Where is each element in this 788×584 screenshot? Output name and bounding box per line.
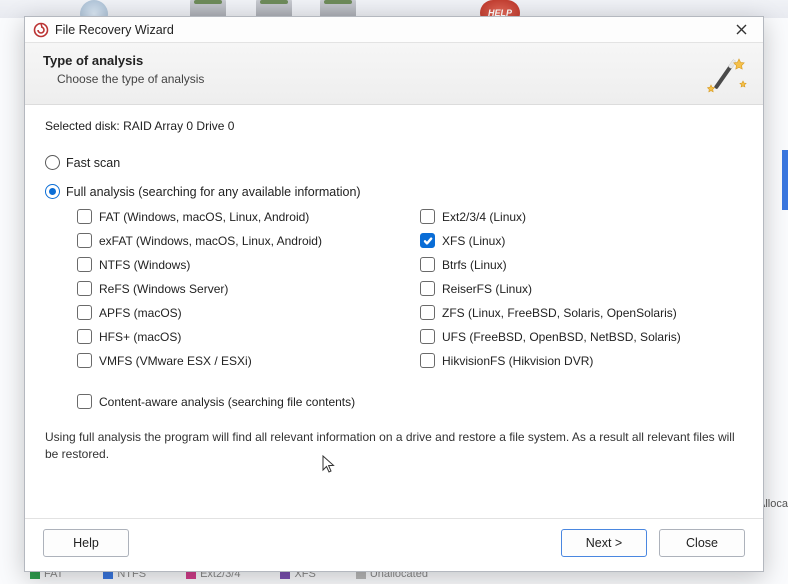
checkbox-icon xyxy=(77,257,92,272)
checkbox-ufs-label: UFS (FreeBSD, OpenBSD, NetBSD, Solaris) xyxy=(442,330,681,344)
checkbox-hfs-label: HFS+ (macOS) xyxy=(99,330,181,344)
checkbox-content-aware[interactable]: Content-aware analysis (searching file c… xyxy=(77,394,743,409)
checkbox-zfs-label: ZFS (Linux, FreeBSD, Solaris, OpenSolari… xyxy=(442,306,677,320)
checkbox-icon xyxy=(420,353,435,368)
file-recovery-wizard-dialog: File Recovery Wizard Type of analysis Ch… xyxy=(24,16,764,572)
header-subtitle: Choose the type of analysis xyxy=(57,72,747,86)
close-button-footer[interactable]: Close xyxy=(659,529,745,557)
window-title: File Recovery Wizard xyxy=(55,23,725,37)
magic-wand-icon xyxy=(699,51,749,101)
checkbox-xfs-label: XFS (Linux) xyxy=(442,234,505,248)
checkbox-fat[interactable]: FAT (Windows, macOS, Linux, Android) xyxy=(77,209,400,224)
checkbox-content-aware-label: Content-aware analysis (searching file c… xyxy=(99,395,355,409)
checkbox-hfs[interactable]: HFS+ (macOS) xyxy=(77,329,400,344)
checkbox-icon xyxy=(420,281,435,296)
checkbox-ufs[interactable]: UFS (FreeBSD, OpenBSD, NetBSD, Solaris) xyxy=(420,329,743,344)
checkbox-icon xyxy=(77,209,92,224)
checkbox-icon xyxy=(77,353,92,368)
selected-disk-line: Selected disk: RAID Array 0 Drive 0 xyxy=(45,119,743,133)
checkbox-ext-label: Ext2/3/4 (Linux) xyxy=(442,210,526,224)
radio-fast-scan[interactable]: Fast scan xyxy=(45,155,743,170)
checkbox-zfs[interactable]: ZFS (Linux, FreeBSD, Solaris, OpenSolari… xyxy=(420,305,743,320)
radio-icon xyxy=(45,155,60,170)
next-button[interactable]: Next > xyxy=(561,529,647,557)
header-title: Type of analysis xyxy=(43,53,747,68)
checkbox-vmfs[interactable]: VMFS (VMware ESX / ESXi) xyxy=(77,353,400,368)
checkbox-icon xyxy=(420,305,435,320)
checkbox-ntfs-label: NTFS (Windows) xyxy=(99,258,190,272)
checkbox-btrfs-label: Btrfs (Linux) xyxy=(442,258,507,272)
checkbox-reiserfs[interactable]: ReiserFS (Linux) xyxy=(420,281,743,296)
checkbox-icon xyxy=(77,394,92,409)
radio-fast-scan-label: Fast scan xyxy=(66,156,120,170)
checkbox-reiserfs-label: ReiserFS (Linux) xyxy=(442,282,532,296)
wizard-footer: Help Next > Close xyxy=(25,518,763,571)
checkbox-exfat[interactable]: exFAT (Windows, macOS, Linux, Android) xyxy=(77,233,400,248)
wizard-body: Selected disk: RAID Array 0 Drive 0 Fast… xyxy=(25,105,763,518)
checkbox-refs[interactable]: ReFS (Windows Server) xyxy=(77,281,400,296)
radio-full-analysis[interactable]: Full analysis (searching for any availab… xyxy=(45,184,743,199)
checkbox-apfs[interactable]: APFS (macOS) xyxy=(77,305,400,320)
filesystem-grid: FAT (Windows, macOS, Linux, Android) Ext… xyxy=(77,209,743,368)
checkbox-apfs-label: APFS (macOS) xyxy=(99,306,182,320)
checkbox-icon xyxy=(77,233,92,248)
analysis-description: Using full analysis the program will fin… xyxy=(45,429,743,464)
checkbox-icon xyxy=(420,329,435,344)
checkbox-xfs[interactable]: XFS (Linux) xyxy=(420,233,743,248)
checkbox-fat-label: FAT (Windows, macOS, Linux, Android) xyxy=(99,210,309,224)
checkbox-btrfs[interactable]: Btrfs (Linux) xyxy=(420,257,743,272)
selected-disk-label: Selected disk: xyxy=(45,119,120,133)
wizard-header: Type of analysis Choose the type of anal… xyxy=(25,43,763,105)
checkbox-hikvisionfs[interactable]: HikvisionFS (Hikvision DVR) xyxy=(420,353,743,368)
checkbox-refs-label: ReFS (Windows Server) xyxy=(99,282,228,296)
help-button[interactable]: Help xyxy=(43,529,129,557)
checkbox-vmfs-label: VMFS (VMware ESX / ESXi) xyxy=(99,354,252,368)
checkbox-icon xyxy=(420,233,435,248)
app-icon xyxy=(33,22,49,38)
close-button[interactable] xyxy=(725,19,757,41)
checkbox-icon xyxy=(77,329,92,344)
checkbox-icon xyxy=(77,305,92,320)
checkbox-hikvisionfs-label: HikvisionFS (Hikvision DVR) xyxy=(442,354,593,368)
radio-full-analysis-label: Full analysis (searching for any availab… xyxy=(66,185,361,199)
titlebar: File Recovery Wizard xyxy=(25,17,763,43)
checkbox-ext[interactable]: Ext2/3/4 (Linux) xyxy=(420,209,743,224)
checkbox-ntfs[interactable]: NTFS (Windows) xyxy=(77,257,400,272)
checkbox-exfat-label: exFAT (Windows, macOS, Linux, Android) xyxy=(99,234,322,248)
radio-icon xyxy=(45,184,60,199)
checkbox-icon xyxy=(77,281,92,296)
selected-disk-value: RAID Array 0 Drive 0 xyxy=(123,119,234,133)
checkbox-icon xyxy=(420,209,435,224)
checkbox-icon xyxy=(420,257,435,272)
